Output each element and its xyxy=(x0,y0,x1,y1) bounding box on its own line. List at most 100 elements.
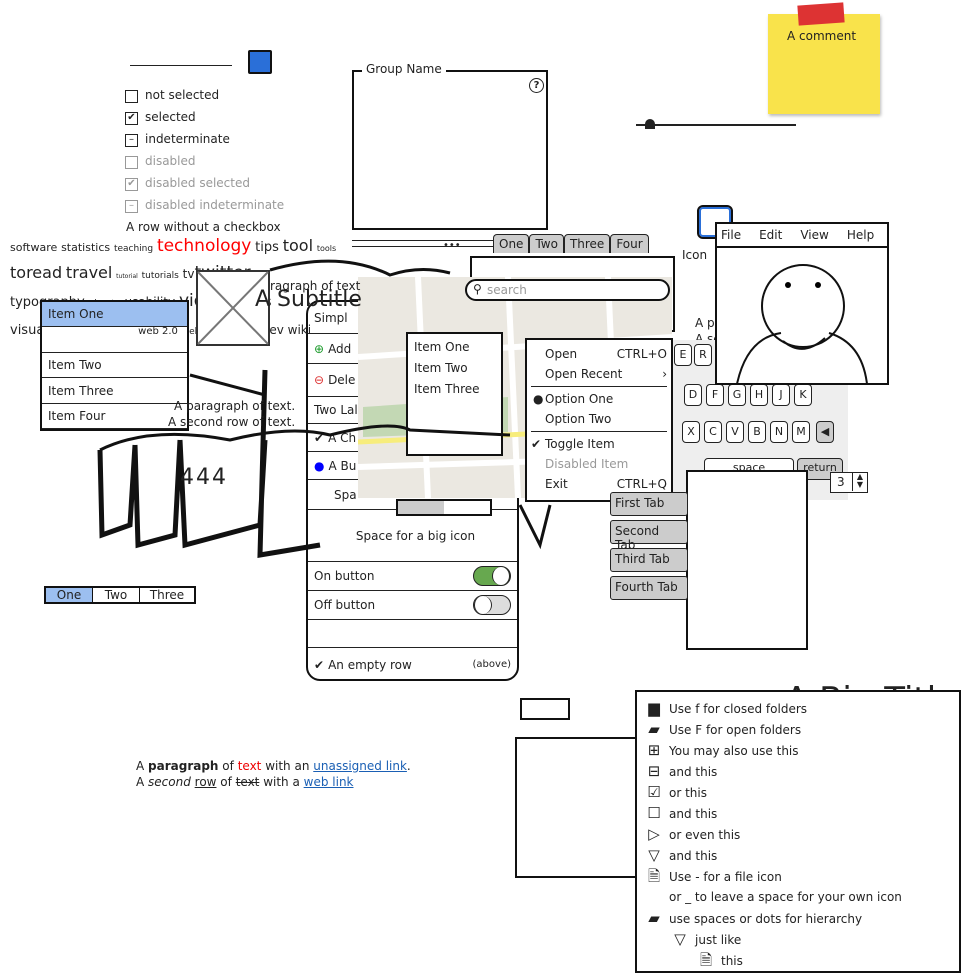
menubar: File Edit View Help xyxy=(717,224,887,248)
key[interactable]: V xyxy=(726,421,744,443)
list-box: Item One Item Two Item Three Item Four xyxy=(40,300,189,431)
key[interactable]: N xyxy=(770,421,788,443)
key[interactable]: K xyxy=(794,384,812,406)
key[interactable]: B xyxy=(748,421,766,443)
vertical-tab[interactable]: Fourth Tab xyxy=(610,576,688,600)
stepper-value: 3 xyxy=(837,475,845,489)
key[interactable]: J xyxy=(772,384,790,406)
tag[interactable]: software xyxy=(10,241,57,254)
checkbox[interactable]: – xyxy=(125,134,138,147)
tab-bar: One Two Three Four xyxy=(493,234,649,253)
small-box xyxy=(520,698,570,720)
segment-two[interactable]: Two xyxy=(93,588,140,602)
iphone-row[interactable]: ✔ An empty row (above) xyxy=(308,648,517,679)
menu-edit[interactable]: Edit xyxy=(759,224,782,246)
tree-item[interactable]: ▷ or even this xyxy=(645,824,951,845)
tag[interactable]: tips xyxy=(255,240,279,255)
tree-item[interactable]: ▽ just like xyxy=(645,929,951,950)
tree-item[interactable]: 🗎 this xyxy=(645,950,951,971)
iphone-row[interactable]: Off button xyxy=(308,591,517,620)
toggle-switch[interactable] xyxy=(473,566,511,586)
tag[interactable]: technology xyxy=(157,236,251,256)
tab-two[interactable]: Two xyxy=(529,234,564,253)
iphone-row[interactable] xyxy=(308,620,517,648)
menu-help[interactable]: Help xyxy=(847,224,874,246)
checkbox-label: selected xyxy=(145,110,196,124)
tag[interactable]: web 2.0 xyxy=(138,326,178,337)
checkbox-label: disabled selected xyxy=(145,176,250,190)
key[interactable]: G xyxy=(728,384,746,406)
list-item[interactable]: Item Four xyxy=(42,404,187,429)
list-item[interactable]: Item Three xyxy=(42,379,187,404)
vertical-tab[interactable]: First Tab xyxy=(610,492,688,516)
list-item[interactable]: Item Two xyxy=(42,353,187,378)
comment-text: A comment xyxy=(787,29,857,43)
vertical-tab[interactable]: Third Tab xyxy=(610,548,688,572)
checkbox-label: indeterminate xyxy=(145,132,230,146)
tree-item[interactable]: ▰ Use F for open folders xyxy=(645,719,951,740)
tag[interactable]: toread xyxy=(10,263,62,282)
folder-open-icon: ▰ xyxy=(648,720,660,738)
key[interactable]: M xyxy=(792,421,810,443)
tree-item[interactable]: ▽ and this xyxy=(645,845,951,866)
key[interactable]: F xyxy=(706,384,724,406)
list-item[interactable]: Item One xyxy=(42,302,187,327)
tree-item[interactable]: ▰ use spaces or dots for hierarchy xyxy=(645,908,951,929)
tag[interactable]: teaching xyxy=(114,244,153,254)
stepper-arrows-icon[interactable]: ▲ ▼ xyxy=(852,473,867,491)
panel xyxy=(686,470,808,650)
slider-track[interactable] xyxy=(636,124,796,126)
toggle-knob xyxy=(474,596,492,614)
question-circle-icon[interactable]: ? xyxy=(529,78,544,93)
chevron-right-icon: › xyxy=(662,367,667,381)
vertical-tab[interactable]: Second Tab xyxy=(610,520,688,552)
toggle-switch[interactable] xyxy=(473,595,511,615)
unassigned-link[interactable]: unassigned link xyxy=(313,759,407,773)
key[interactable]: D xyxy=(684,384,702,406)
slider-handle[interactable] xyxy=(645,119,655,129)
divider-line xyxy=(130,65,232,66)
key[interactable]: X xyxy=(682,421,700,443)
tab-three[interactable]: Three xyxy=(563,234,611,253)
checkbox-empty-icon: ☐ xyxy=(647,804,661,822)
key[interactable]: C xyxy=(704,421,722,443)
checkbox[interactable] xyxy=(125,156,138,169)
tree-item[interactable]: ⊞ You may also use this xyxy=(645,740,951,761)
checkbox-label: disabled xyxy=(145,154,196,168)
tree-item[interactable]: 🗎 Use - for a file icon xyxy=(645,866,951,887)
tag[interactable]: statistics xyxy=(61,241,110,254)
ellipsis-icon: ••• xyxy=(443,240,461,251)
tag[interactable]: tools xyxy=(317,244,336,253)
tab-one[interactable]: One xyxy=(493,234,530,253)
tag[interactable]: tool xyxy=(283,236,313,255)
key[interactable]: R xyxy=(694,344,712,366)
checkbox-label: not selected xyxy=(145,88,220,102)
checkbox[interactable]: ✔ xyxy=(125,178,138,191)
color-picker[interactable] xyxy=(248,50,272,74)
segment-three[interactable]: Three xyxy=(140,588,194,602)
menu-file[interactable]: File xyxy=(721,224,741,246)
number-stepper[interactable]: 3 ▲ ▼ xyxy=(830,472,868,493)
tab-four[interactable]: Four xyxy=(610,234,649,253)
row-label: A row without a checkbox xyxy=(126,220,281,234)
checkbox[interactable] xyxy=(125,90,138,103)
checkbox[interactable]: – xyxy=(125,200,138,213)
tree-item[interactable]: ⊟ and this xyxy=(645,761,951,782)
triangle-right-icon: ▷ xyxy=(648,825,660,843)
key[interactable]: H xyxy=(750,384,768,406)
web-link[interactable]: web link xyxy=(304,775,354,789)
folder-closed-icon: ▆ xyxy=(648,699,660,717)
iphone-row[interactable]: On button xyxy=(308,562,517,591)
checkbox[interactable]: ✔ xyxy=(125,112,138,125)
tree-item[interactable]: or _ to leave a space for your own icon xyxy=(645,887,951,908)
tree-item[interactable]: ▆ Use f for closed folders xyxy=(645,698,951,719)
subtitle: A Subtitle xyxy=(255,287,362,312)
triangle-down-icon: ▽ xyxy=(648,846,660,864)
checkbox-label: disabled indeterminate xyxy=(145,198,285,212)
tree-item[interactable]: ☑ or this xyxy=(645,782,951,803)
tree-item[interactable]: ☐ and this xyxy=(645,803,951,824)
menu-view[interactable]: View xyxy=(800,224,828,246)
key[interactable]: E xyxy=(674,344,692,366)
backspace-key[interactable]: ◀ xyxy=(816,421,834,443)
segment-one[interactable]: One xyxy=(46,588,93,602)
